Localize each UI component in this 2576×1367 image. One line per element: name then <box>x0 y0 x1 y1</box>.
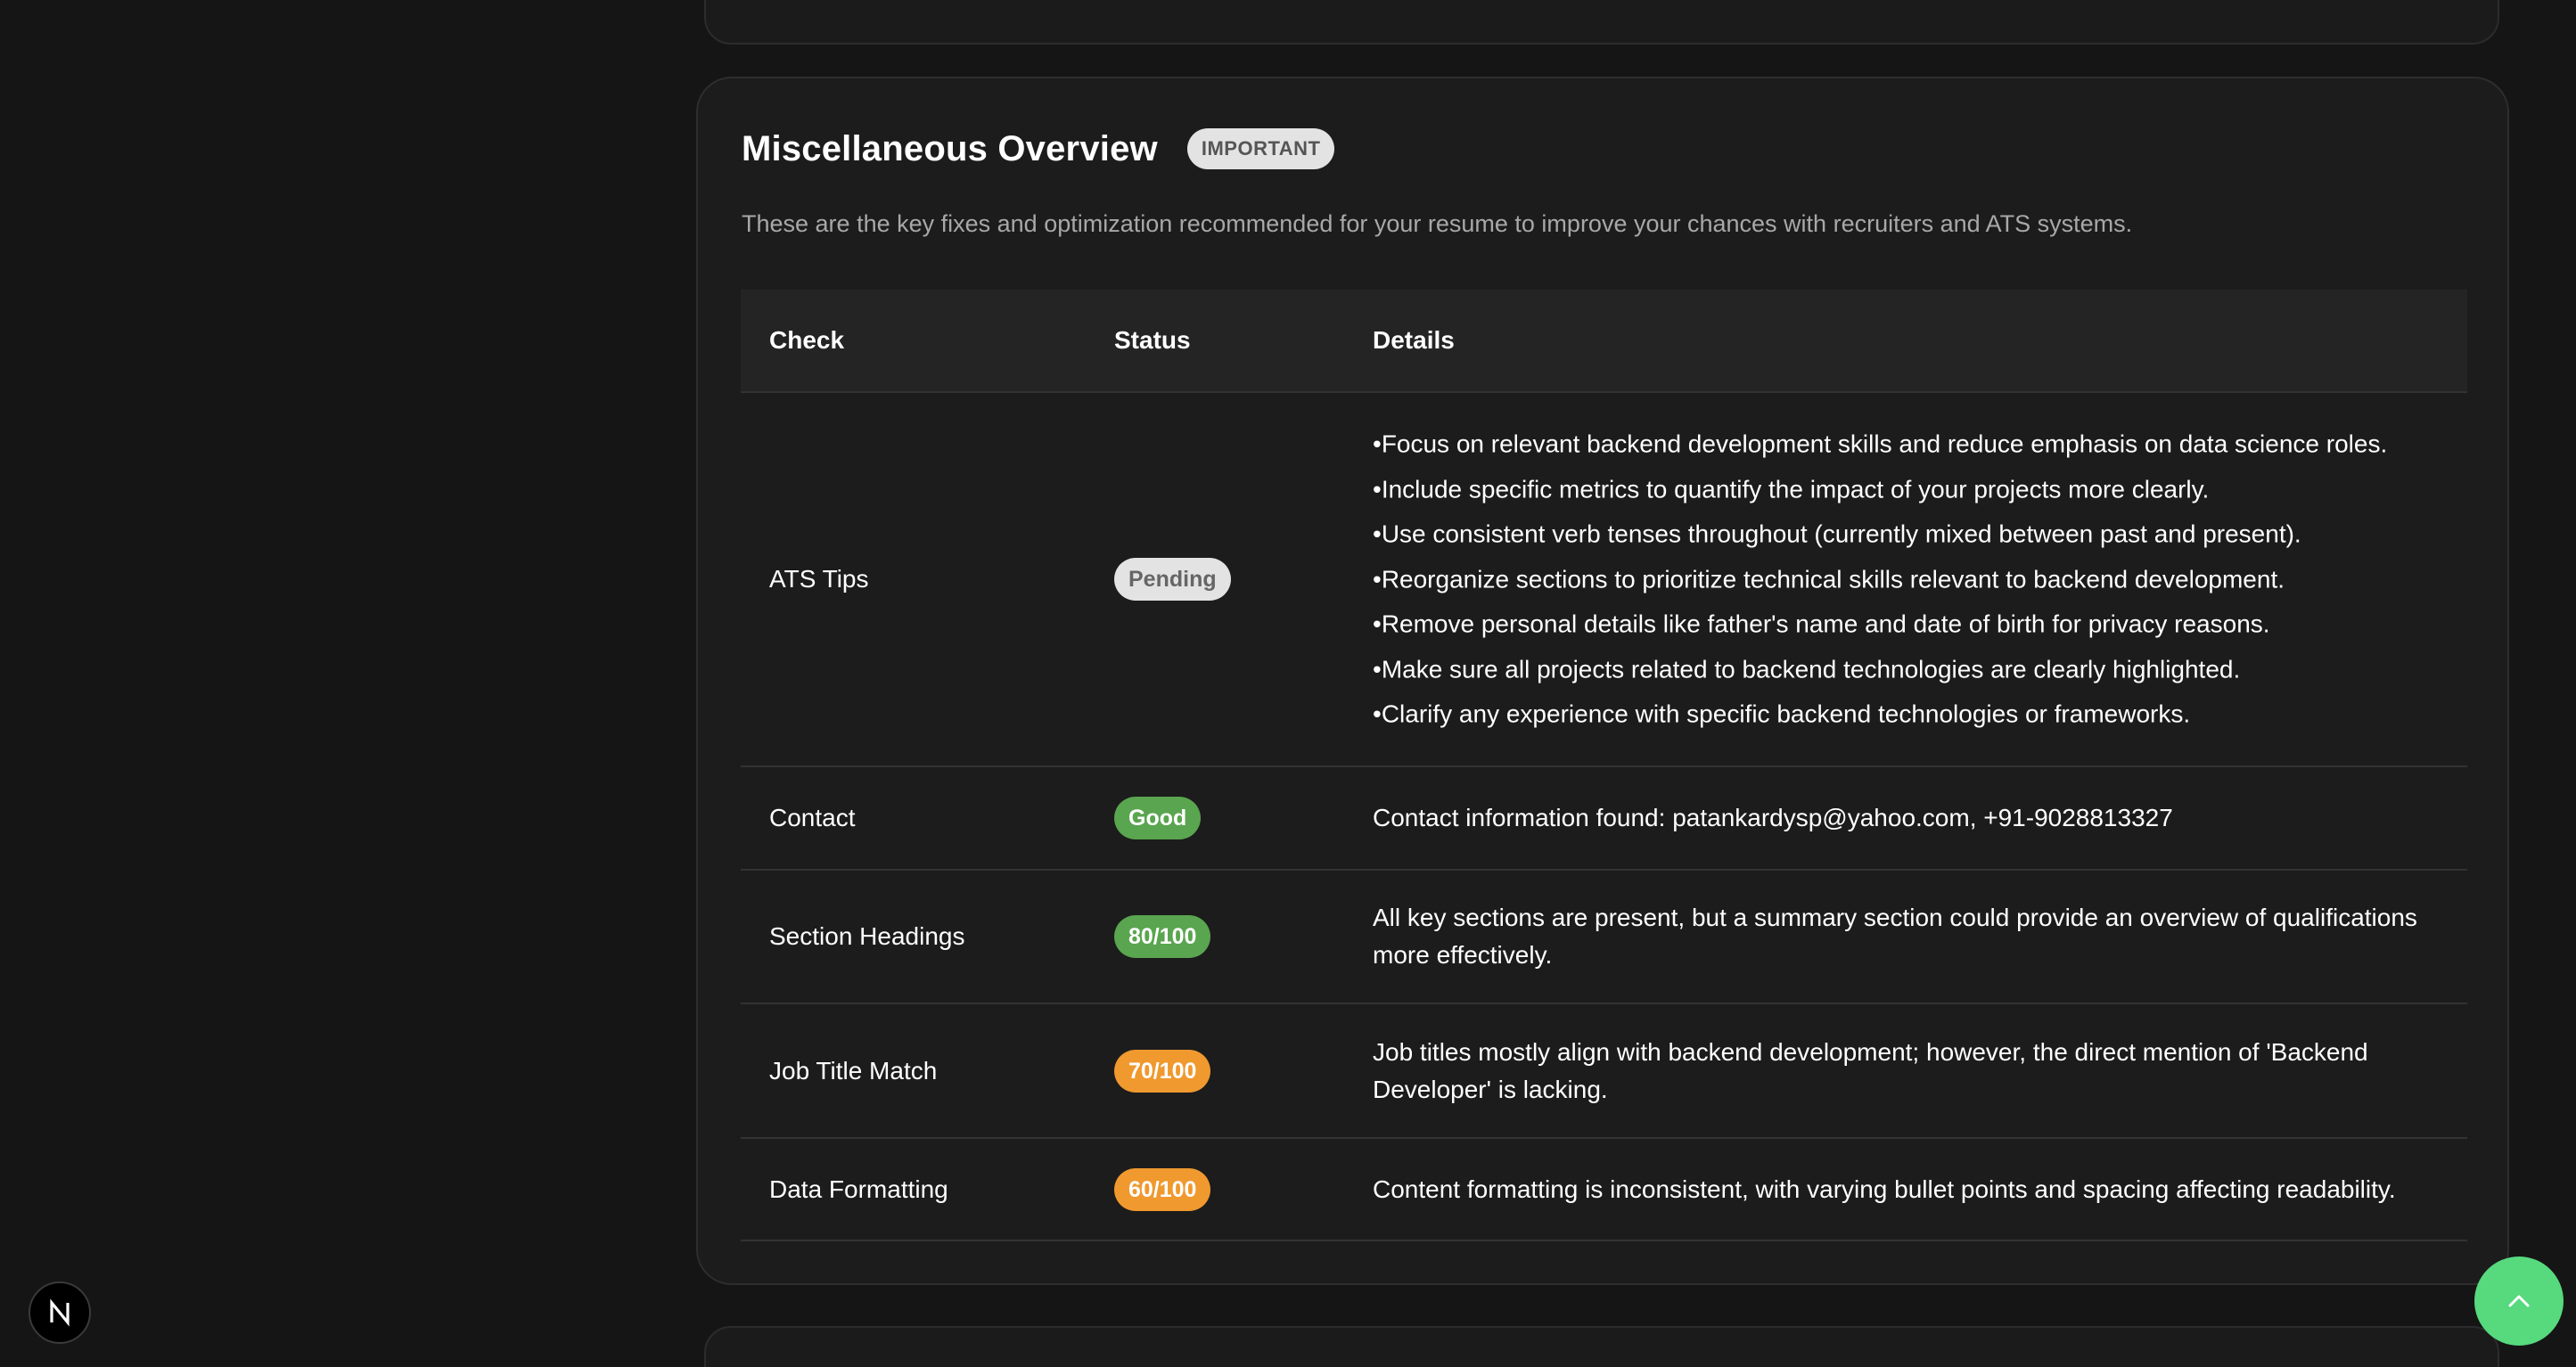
previous-section-card <box>704 0 2499 45</box>
list-item: Include specific metrics to quantify the… <box>1373 467 2442 512</box>
check-label: Job Title Match <box>769 1056 938 1085</box>
card-header: Miscellaneous Overview IMPORTANT <box>742 128 1335 169</box>
list-item: Reorganize sections to prioritize techni… <box>1373 557 2442 602</box>
checks-table: Check Status Details ATS Tips Pending Fo… <box>741 290 2467 1241</box>
score-badge: 70/100 <box>1114 1049 1211 1093</box>
status-cell: Good <box>1114 797 1202 839</box>
header-check: Check <box>769 326 845 354</box>
n-logo-glyph <box>50 1298 70 1327</box>
important-badge: IMPORTANT <box>1186 128 1335 169</box>
n-logo-icon[interactable] <box>29 1281 91 1344</box>
status-cell: Pending <box>1114 558 1231 601</box>
score-badge: 60/100 <box>1114 1167 1211 1211</box>
check-label: ATS Tips <box>769 565 869 593</box>
list-item: Make sure all projects related to backen… <box>1373 647 2442 692</box>
status-badge: Pending <box>1114 558 1231 601</box>
list-item: Use consistent verb tenses throughout (c… <box>1373 512 2442 557</box>
details-cell: Focus on relevant backend development sk… <box>1373 422 2442 737</box>
scroll-to-top-button[interactable] <box>2474 1256 2564 1346</box>
status-cell: 80/100 <box>1114 915 1211 958</box>
header-status: Status <box>1114 326 1191 354</box>
details-text: All key sections are present, but a summ… <box>1373 904 2417 969</box>
page: Miscellaneous Overview IMPORTANT These a… <box>0 0 2576 1367</box>
status-badge: Good <box>1114 797 1202 839</box>
list-item: Clarify any experience with specific bac… <box>1373 692 2442 737</box>
list-item: Remove personal details like father's na… <box>1373 602 2442 647</box>
table-row: Contact Good Contact information found: … <box>741 767 2467 871</box>
ats-tips-list: Focus on relevant backend development sk… <box>1373 422 2442 737</box>
next-section-card <box>704 1326 2499 1367</box>
section-description: These are the key fixes and optimization… <box>742 210 2133 237</box>
chevron-up-icon <box>2508 1295 2530 1307</box>
details-text: Job titles mostly align with backend dev… <box>1373 1037 2368 1103</box>
status-cell: 70/100 <box>1114 1049 1211 1093</box>
details-text: Contact information found: patankardysp@… <box>1373 804 2173 831</box>
header-details: Details <box>1373 326 1455 354</box>
miscellaneous-overview-card: Miscellaneous Overview IMPORTANT These a… <box>696 77 2509 1285</box>
section-title: Miscellaneous Overview <box>742 128 1158 168</box>
table-row: Data Formatting 60/100 Content formattin… <box>741 1139 2467 1241</box>
table-row: Section Headings 80/100 All key sections… <box>741 871 2467 1004</box>
table-header: Check Status Details <box>741 290 2467 393</box>
details-text: Content formatting is inconsistent, with… <box>1373 1175 2396 1203</box>
check-label: Section Headings <box>769 922 965 950</box>
score-badge: 80/100 <box>1114 915 1211 958</box>
status-cell: 60/100 <box>1114 1167 1211 1211</box>
table-row: ATS Tips Pending Focus on relevant backe… <box>741 393 2467 767</box>
check-label: Data Formatting <box>769 1175 948 1203</box>
check-label: Contact <box>769 804 856 831</box>
list-item: Focus on relevant backend development sk… <box>1373 422 2442 467</box>
table-row: Job Title Match 70/100 Job titles mostly… <box>741 1004 2467 1139</box>
